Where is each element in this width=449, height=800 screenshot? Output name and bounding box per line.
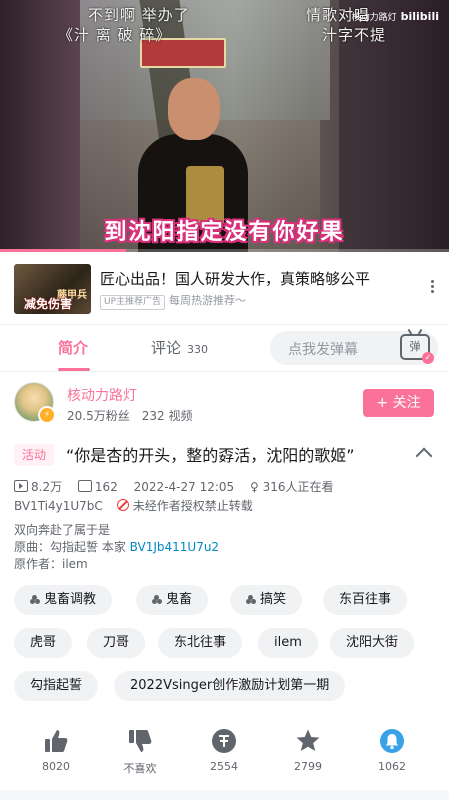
ad-subtitle: UP主推荐广告 每周热游推荐～ bbox=[100, 292, 246, 310]
ad-banner[interactable]: 藤甲兵 减免伤害 匠心出品！国人研发大作，真策略够公平 UP主推荐广告 每周热游推… bbox=[0, 252, 449, 325]
ad-thumbnail[interactable]: 藤甲兵 减免伤害 bbox=[14, 264, 91, 314]
author-fans: 20.5万粉丝 bbox=[67, 409, 130, 423]
watching-now-value: 316人正在看 bbox=[262, 480, 334, 494]
follow-button[interactable]: + 关注 bbox=[363, 389, 434, 417]
video-meta-2: BV1Ti4y1U7bC 未经作者授权禁止转载 bbox=[14, 497, 253, 514]
tab-indicator bbox=[58, 368, 90, 371]
bottom-divider bbox=[0, 790, 449, 800]
video-player[interactable]: 不到啊 举办了 《汁 离 破 碎》 情歌对唱 汁字不提 核动力路灯 bilibil… bbox=[0, 0, 449, 252]
like-count: 8020 bbox=[42, 760, 70, 773]
tag-chip-label: 鬼畜 bbox=[166, 592, 193, 607]
tab-comments-label: 评论 bbox=[151, 339, 182, 357]
desc-line-3: 原作者：ilem bbox=[14, 557, 88, 571]
channel-icon bbox=[152, 595, 162, 604]
chevron-up-icon[interactable] bbox=[415, 447, 433, 465]
video-overlay-text-right2: 汁字不提 bbox=[322, 26, 387, 44]
ad-subtitle-text: 每周热游推荐～ bbox=[169, 294, 247, 307]
play-icon bbox=[14, 480, 28, 492]
tag-chip[interactable]: 搞笑 bbox=[230, 585, 303, 615]
share-button[interactable]: 1062 bbox=[362, 728, 422, 773]
play-count-value: 8.2万 bbox=[31, 480, 63, 494]
thumbs-up-icon bbox=[45, 730, 68, 752]
tag-chip[interactable]: 东北往事 bbox=[158, 628, 243, 658]
desc-line-1: 双向奔赴了属于是 bbox=[14, 523, 111, 537]
tag-chip[interactable]: 鬼畜调教 bbox=[14, 585, 113, 615]
tag-chip[interactable]: ilem bbox=[258, 628, 318, 658]
video-subtitle: 到沈阳指定没有你好果 bbox=[104, 220, 345, 245]
danmaku-count-icon bbox=[77, 480, 92, 492]
video-bvid: BV1Ti4y1U7bC bbox=[14, 499, 103, 513]
danmaku-toggle-icon[interactable]: 弹 ✓ bbox=[400, 334, 434, 364]
ad-thumb-text2: 减免伤害 bbox=[24, 297, 73, 311]
channel-icon bbox=[246, 595, 256, 604]
bilibili-watermark: 核动力路灯 bilibili bbox=[352, 10, 439, 23]
viewers-icon: ♀ bbox=[249, 480, 259, 494]
danmaku-count-value: 162 bbox=[94, 480, 118, 494]
star-icon bbox=[296, 729, 320, 751]
author-stats: 20.5万粉丝 232 视频 bbox=[67, 407, 192, 424]
no-repost-icon bbox=[116, 499, 129, 511]
check-icon: ✓ bbox=[422, 352, 434, 364]
favorite-button[interactable]: 2799 bbox=[278, 728, 338, 773]
dislike-button[interactable]: 不喜欢 bbox=[110, 728, 170, 776]
desc-line-2: 原曲：勾指起誓 本家 BV1Jb411U7u2 bbox=[14, 539, 219, 556]
share-icon bbox=[380, 729, 404, 753]
no-repost-text: 未经作者授权禁止转载 bbox=[132, 499, 253, 513]
author-name[interactable]: 核动力路灯 bbox=[67, 385, 137, 405]
tag-chip[interactable]: 刀哥 bbox=[87, 628, 146, 658]
tab-intro[interactable]: 简介 bbox=[58, 337, 88, 358]
like-button[interactable]: 8020 bbox=[26, 728, 86, 773]
tag-chip-label: 搞笑 bbox=[260, 592, 287, 607]
ad-title[interactable]: 匠心出品！国人研发大作，真策略够公平 bbox=[100, 268, 370, 289]
share-count: 1062 bbox=[378, 760, 406, 773]
publish-date: 2022-4-27 12:05 bbox=[133, 480, 235, 494]
author-videos: 232 视频 bbox=[141, 409, 193, 423]
bilibili-logo: bilibili bbox=[400, 10, 439, 23]
tag-chip[interactable]: 虎哥 bbox=[14, 628, 73, 658]
danmaku-icon-text: 弹 bbox=[409, 340, 421, 353]
tag-chip[interactable]: 鬼畜 bbox=[136, 585, 209, 615]
watermark-user: 核动力路灯 bbox=[351, 13, 397, 23]
person-head bbox=[168, 78, 220, 140]
coin-icon bbox=[212, 729, 236, 753]
original-video-link[interactable]: BV1Jb411U7u2 bbox=[130, 540, 219, 554]
danmaku-placeholder: 点我发弹幕 bbox=[288, 342, 358, 358]
coin-button[interactable]: 2554 bbox=[194, 728, 254, 773]
tab-comments[interactable]: 评论 330 bbox=[151, 337, 208, 358]
danmaku-input[interactable]: 点我发弹幕 弹 ✓ bbox=[270, 331, 438, 365]
dislike-label: 不喜欢 bbox=[123, 762, 157, 775]
activity-tag[interactable]: 活动 bbox=[14, 444, 55, 466]
danmaku-count: 162 bbox=[77, 480, 118, 494]
thumbs-down-icon bbox=[129, 730, 152, 752]
channel-icon bbox=[30, 595, 40, 604]
play-count: 8.2万 bbox=[14, 478, 62, 495]
more-options-icon[interactable] bbox=[429, 278, 435, 298]
tag-chip[interactable]: 2022Vsinger创作激励计划第一期 bbox=[114, 671, 346, 701]
video-description: 双向奔赴了属于是 原曲：勾指起誓 本家 BV1Jb411U7u2 原作者：ile… bbox=[14, 522, 219, 573]
ad-badge: UP主推荐广告 bbox=[100, 295, 166, 310]
tag-chip[interactable]: 勾指起誓 bbox=[14, 671, 99, 701]
favorite-count: 2799 bbox=[294, 760, 322, 773]
watching-now: ♀ 316人正在看 bbox=[250, 478, 334, 495]
video-overlay-text-left2: 《汁 离 破 碎》 bbox=[58, 26, 172, 44]
tag-chip[interactable]: 沈阳大街 bbox=[330, 628, 415, 658]
author-avatar[interactable]: ⚡ bbox=[14, 382, 56, 424]
tag-chip-label: 鬼畜调教 bbox=[44, 592, 97, 607]
video-title: “你是杏的开头，整的孬活，沈阳的歌姬” bbox=[66, 446, 355, 465]
comment-count: 330 bbox=[187, 343, 209, 356]
vip-badge-icon: ⚡ bbox=[38, 406, 56, 424]
coin-count: 2554 bbox=[210, 760, 238, 773]
video-meta: 8.2万 162 2022-4-27 12:05 ♀ 316人正在看 bbox=[14, 478, 346, 495]
desc-line-2-prefix: 原曲：勾指起誓 本家 bbox=[14, 540, 130, 554]
video-overlay-text-left: 不到啊 举办了 bbox=[88, 6, 190, 24]
tag-chip[interactable]: 东百往事 bbox=[323, 585, 408, 615]
